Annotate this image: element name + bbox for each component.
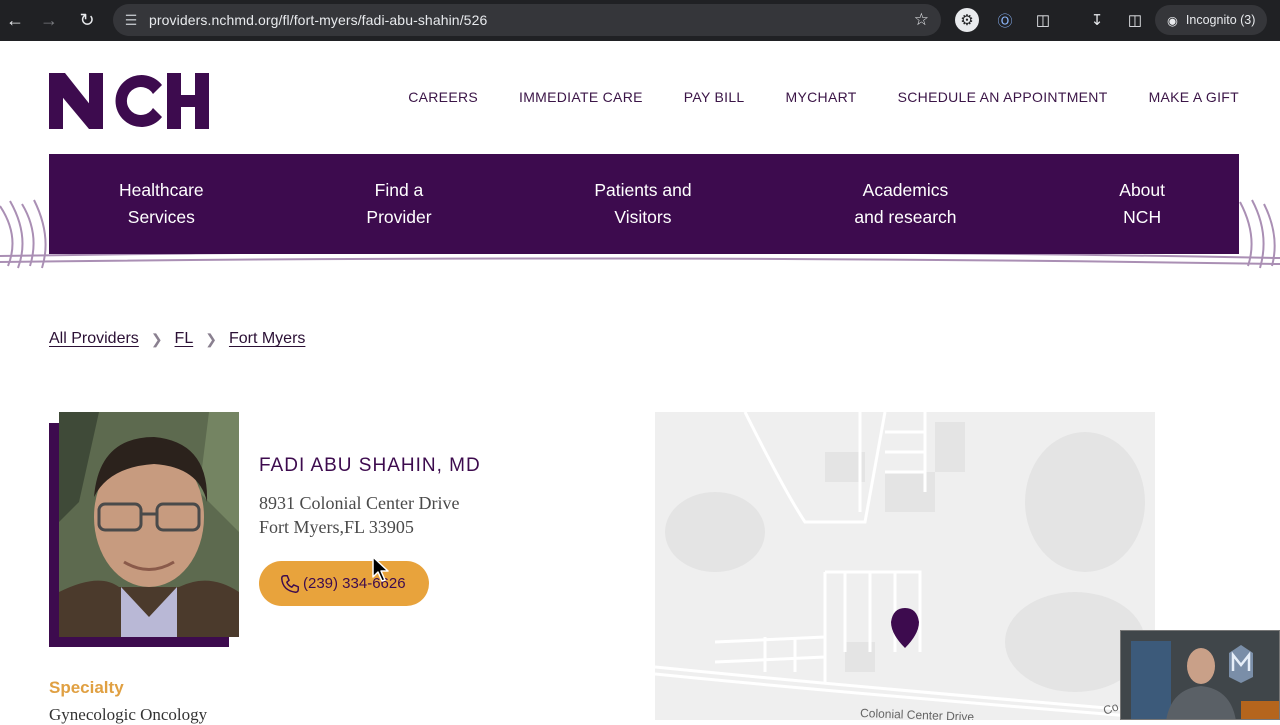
m-logo-icon	[1229, 645, 1253, 683]
mainnav-healthcare-services[interactable]: Healthcare Services	[119, 177, 204, 231]
address-line-1: 8931 Colonial Center Drive	[259, 493, 460, 513]
incognito-profile-button[interactable]: ◉ Incognito (3)	[1155, 5, 1267, 35]
provider-name: FADI ABU SHAHIN, MD	[259, 455, 481, 476]
address-url[interactable]: providers.nchmd.org/fl/fort-myers/fadi-a…	[149, 12, 487, 28]
incognito-icon: ◉	[1167, 13, 1178, 28]
breadcrumb-fl[interactable]: FL	[175, 330, 194, 348]
forward-arrow-icon[interactable]: →	[34, 5, 64, 35]
nav-careers[interactable]: CAREERS	[408, 89, 478, 105]
breadcrumb-fort-myers[interactable]: Fort Myers	[229, 330, 305, 348]
bookmark-star-icon[interactable]: ☆	[914, 10, 929, 30]
location-map[interactable]: Colonial Center Drive Co	[655, 412, 1155, 720]
nav-mychart[interactable]: MYCHART	[786, 89, 857, 105]
webcam-overlay	[1120, 630, 1280, 720]
mouse-cursor-icon	[372, 556, 389, 582]
reload-icon[interactable]: ↻	[72, 5, 102, 35]
provider-address: 8931 Colonial Center Drive Fort Myers,FL…	[259, 491, 459, 539]
mainnav-find-a-provider[interactable]: Find a Provider	[366, 177, 431, 231]
nav-make-a-gift[interactable]: MAKE A GIFT	[1149, 89, 1239, 105]
nav-schedule-appointment[interactable]: SCHEDULE AN APPOINTMENT	[898, 89, 1108, 105]
nch-logo[interactable]	[49, 71, 211, 131]
chevron-right-icon: ❯	[205, 330, 217, 347]
breadcrumb-all-providers[interactable]: All Providers	[49, 330, 139, 348]
phone-icon	[281, 574, 299, 593]
provider-photo	[59, 412, 239, 637]
mainnav-about-nch[interactable]: About NCH	[1119, 177, 1165, 231]
chevron-right-icon: ❯	[150, 330, 163, 347]
mainnav-academics-research[interactable]: Academics and research	[854, 177, 956, 231]
incognito-label: Incognito (3)	[1185, 13, 1256, 27]
specialty-value: Gynecologic Oncology	[49, 705, 208, 724]
nav-pay-bill[interactable]: PAY BILL	[684, 89, 745, 105]
breadcrumb: All Providers ❯ FL ❯ Fort Myers	[49, 330, 305, 348]
side-panel-icon[interactable]: ◫	[1123, 8, 1147, 32]
nav-immediate-care[interactable]: IMMEDIATE CARE	[519, 89, 643, 105]
specialty-heading: Specialty	[49, 678, 124, 697]
extension-gear-icon[interactable]: ⚙	[955, 8, 979, 32]
address-line-2: Fort Myers,FL 33905	[259, 517, 414, 537]
main-nav: Healthcare Services Find a Provider Pati…	[49, 154, 1239, 254]
password-manager-icon[interactable]: Ⓞ	[993, 8, 1017, 32]
site-info-icon[interactable]: ☰	[113, 12, 149, 29]
address-bar[interactable]: ☰ providers.nchmd.org/fl/fort-myers/fadi…	[113, 4, 941, 36]
mainnav-patients-visitors[interactable]: Patients and Visitors	[594, 177, 691, 231]
back-arrow-icon[interactable]: ←	[0, 5, 30, 35]
utility-nav: CAREERS IMMEDIATE CARE PAY BILL MYCHART …	[408, 89, 1239, 105]
extensions-puzzle-icon[interactable]: ◫	[1031, 8, 1055, 32]
call-phone-button[interactable]: (239) 334-6626	[259, 561, 429, 606]
download-icon[interactable]: ↧	[1085, 8, 1109, 32]
browser-toolbar: ← → ↻ ☰ providers.nchmd.org/fl/fort-myer…	[0, 0, 1280, 41]
